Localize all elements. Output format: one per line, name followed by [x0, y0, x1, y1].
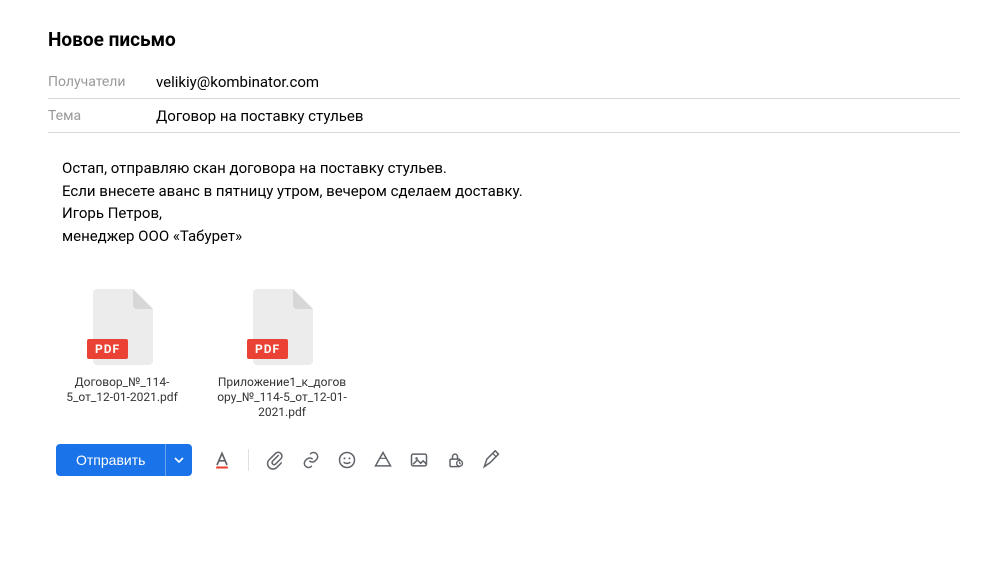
text-format-icon[interactable]	[208, 446, 236, 474]
pdf-badge: PDF	[247, 339, 288, 359]
signature: Игорь Петров, менеджер ООО «Табурет»	[62, 202, 960, 247]
send-more-button[interactable]	[165, 444, 192, 476]
subject-label: Тема	[48, 108, 156, 124]
chevron-down-icon	[174, 455, 184, 465]
body-text: Остап, отправляю скан договора на постав…	[62, 157, 960, 202]
toolbar-divider	[248, 449, 249, 471]
confidential-mode-icon[interactable]	[441, 446, 469, 474]
recipients-row[interactable]: Получатели velikiy@kombinator.com	[48, 65, 960, 99]
subject-value: Договор на поставку стульев	[156, 107, 363, 125]
pdf-file-icon: PDF	[91, 289, 153, 365]
message-body[interactable]: Остап, отправляю скан договора на постав…	[48, 133, 960, 255]
compose-toolbar: Отправить	[48, 436, 960, 476]
attachment-item[interactable]: PDF Договор_№_114-5_от_12-01-2021.pdf	[56, 289, 188, 420]
attachment-item[interactable]: PDF Приложение1_к_договору_№_114-5_от_12…	[216, 289, 348, 420]
send-button-group: Отправить	[56, 444, 192, 476]
subject-row[interactable]: Тема Договор на поставку стульев	[48, 99, 960, 133]
attach-file-icon[interactable]	[261, 446, 289, 474]
insert-image-icon[interactable]	[405, 446, 433, 474]
insert-drive-icon[interactable]	[369, 446, 397, 474]
attachments-list: PDF Договор_№_114-5_от_12-01-2021.pdf PD…	[48, 255, 960, 436]
attachment-filename: Договор_№_114-5_от_12-01-2021.pdf	[56, 375, 188, 405]
send-button[interactable]: Отправить	[56, 444, 165, 476]
insert-emoji-icon[interactable]	[333, 446, 361, 474]
pdf-file-icon: PDF	[251, 289, 313, 365]
insert-signature-icon[interactable]	[477, 446, 505, 474]
recipients-label: Получатели	[48, 74, 156, 90]
attachment-filename: Приложение1_к_договору_№_114-5_от_12-01-…	[216, 375, 348, 420]
insert-link-icon[interactable]	[297, 446, 325, 474]
pdf-badge: PDF	[87, 339, 128, 359]
recipients-value: velikiy@kombinator.com	[156, 73, 319, 91]
compose-title: Новое письмо	[48, 28, 960, 51]
